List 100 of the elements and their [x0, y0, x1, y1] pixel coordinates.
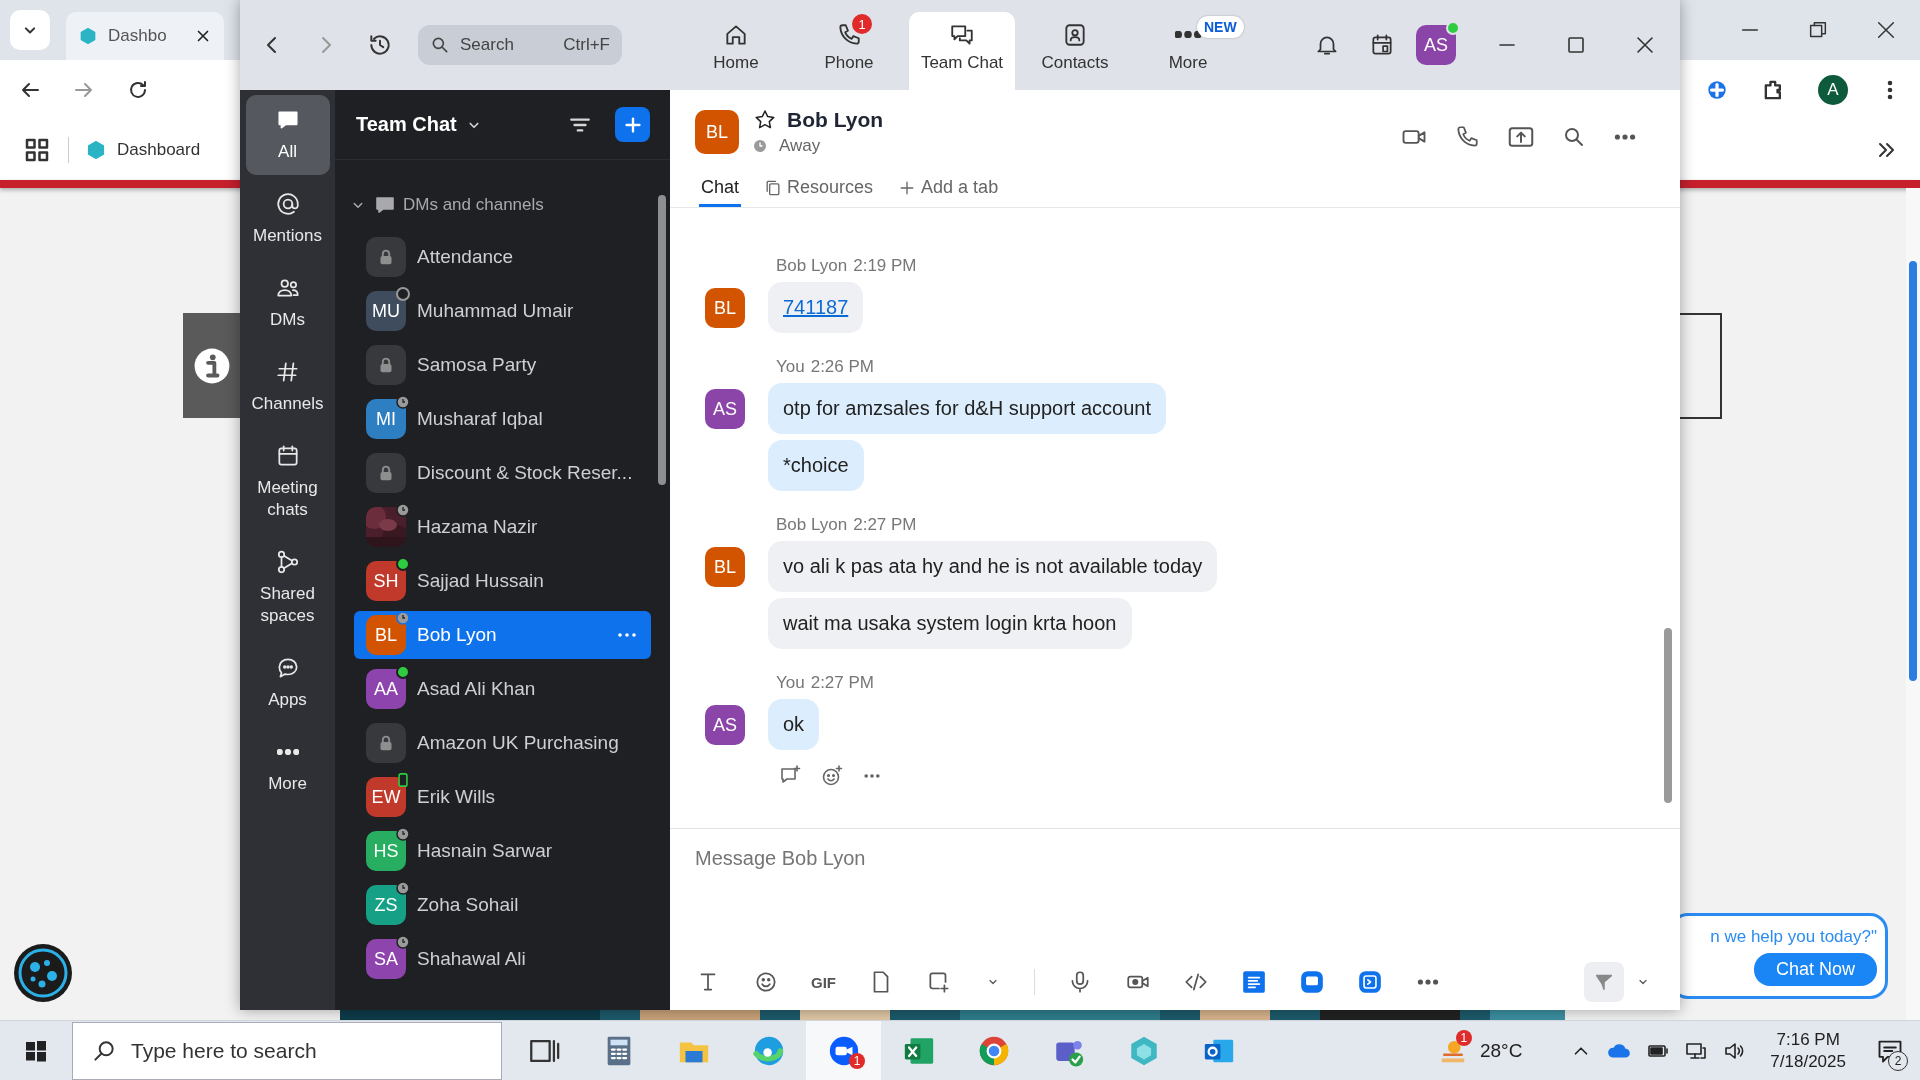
new-badge: NEW [1197, 16, 1244, 38]
search-icon[interactable] [1562, 125, 1586, 149]
chat-list-item[interactable]: Amazon UK Purchasing [354, 719, 651, 767]
message-bubble: vo ali k pas ata hy and he is not available today [768, 541, 1218, 592]
chat-name: Samosa Party [417, 354, 538, 376]
notification-count: 2 [1888, 1050, 1908, 1071]
chat-prompt: n we help you today?" [1710, 926, 1877, 947]
new-chat-button[interactable] [615, 107, 650, 142]
avatar: AS [705, 705, 745, 745]
search-icon [430, 35, 450, 55]
gif-button[interactable]: GIF [811, 973, 836, 991]
clock-status-icon [753, 139, 767, 153]
avatar: MI [366, 399, 406, 439]
send-button[interactable] [1584, 962, 1624, 1002]
browser-tab[interactable]: Dashbo [66, 12, 224, 60]
conversation-tab[interactable]: Chat [699, 171, 742, 207]
chat-list-item[interactable]: MI Musharaf Iqbal [354, 395, 651, 443]
nav-tab[interactable]: Team Chat [909, 12, 1015, 90]
screenshot-icon[interactable] [926, 969, 952, 995]
accessibility-icon[interactable] [13, 943, 73, 1003]
profile-avatar[interactable]: A [1818, 75, 1848, 105]
history-icon[interactable] [367, 32, 393, 58]
chat-name: Musharaf Iqbal [417, 408, 544, 430]
scrollbar-thumb[interactable] [658, 195, 666, 485]
panel-title: Team Chat [356, 113, 457, 136]
avatar: MU [366, 291, 406, 331]
app-icon[interactable] [1299, 969, 1325, 995]
avatar: SA [366, 939, 406, 979]
conversation-tab[interactable]: Resources [761, 171, 876, 207]
chat-list-item[interactable]: Samosa Party [354, 341, 651, 389]
message-bubble: ok [768, 699, 820, 750]
chat-list-item[interactable]: AA Asad Ali Khan [354, 665, 651, 713]
rail-item[interactable]: More [245, 727, 330, 807]
message-time: 2:19 PM [853, 256, 917, 276]
bookmark-link[interactable]: Dashboard [117, 140, 201, 160]
rail-item[interactable]: Mentions [245, 179, 330, 259]
message-link[interactable]: 741187 [783, 296, 849, 318]
chat-name: Amazon UK Purchasing [417, 732, 620, 754]
app-icon[interactable] [1357, 969, 1383, 995]
chat-name: Discount & Stock Reser... [417, 462, 634, 484]
taskbar-app[interactable]: 1 [806, 1020, 881, 1080]
chat-list-item[interactable]: Hazama Nazir [354, 503, 651, 551]
temperature: 28°C [1479, 1039, 1523, 1062]
info-tab[interactable] [183, 313, 240, 418]
contacts-icon [1062, 21, 1088, 48]
user-avatar[interactable]: AS [1416, 25, 1456, 65]
message-bubble: wait ma usaka system login krta hoon [768, 598, 1132, 649]
phone-icon[interactable] [1454, 124, 1480, 150]
taskbar-search-field[interactable]: Type here to search [72, 1021, 502, 1080]
windows-icon[interactable] [24, 1038, 48, 1063]
search-field[interactable]: Search Ctrl+F [418, 25, 622, 65]
at-icon [274, 191, 301, 217]
avatar: BL [705, 288, 745, 328]
presence-status: Away [779, 136, 821, 156]
chat-list-item[interactable]: SH Sajjad Hussain [354, 557, 651, 605]
rail-item[interactable]: Meeting chats [245, 431, 330, 533]
nav-tab[interactable]: Contacts [1022, 12, 1128, 90]
rail-item[interactable]: Channels [245, 347, 330, 427]
rail-item[interactable]: Apps [245, 643, 330, 723]
message-input[interactable]: Message Bob Lyon GIF [670, 828, 1680, 1010]
nav-tab[interactable]: NEW More [1135, 12, 1241, 90]
sender-name: Bob Lyon [776, 256, 848, 276]
calendar-icon[interactable] [1369, 32, 1395, 58]
chat-list-item[interactable]: Attendance [354, 233, 651, 281]
notification-badge: 1 [852, 14, 872, 34]
avatar: AA [366, 669, 406, 709]
chat-now-button[interactable]: Chat Now [1753, 952, 1877, 986]
add-reaction-icon[interactable] [820, 764, 844, 788]
app-icon[interactable] [1241, 969, 1267, 995]
nav-tab[interactable]: 1 Phone [796, 12, 902, 90]
rail-item[interactable]: All [245, 95, 330, 175]
clock[interactable]: 7:16 PM 7/18/2025 [1770, 1028, 1846, 1073]
message-bubble: *choice [768, 440, 864, 491]
scrollbar-thumb[interactable] [1664, 628, 1672, 803]
chat-name: Asad Ali Khan [417, 678, 537, 700]
chat-list-item[interactable]: SA Shahawal Ali [354, 935, 651, 983]
hexagon-icon [78, 26, 98, 46]
avatar: SH [366, 561, 406, 601]
chat-name: Erik Wills [417, 786, 497, 808]
chat-list-item[interactable]: HS Hasnain Sarwar [354, 827, 651, 875]
scrollbar-thumb[interactable] [1909, 261, 1917, 681]
conversation-tab[interactable]: Add a tab [895, 171, 1001, 207]
rail-item[interactable]: DMs [245, 263, 330, 343]
nav-tab[interactable]: Home [683, 12, 789, 90]
info-icon [192, 346, 231, 385]
chat-list-item[interactable]: MU Muhammad Umair [354, 287, 651, 335]
chat-list-item[interactable]: Discount & Stock Reser... [354, 449, 651, 497]
message-time: 2:27 PM [810, 673, 874, 693]
section-header[interactable]: DMs and channels [335, 182, 670, 228]
chat-name: Hasnain Sarwar [417, 840, 554, 862]
contact-avatar: BL [695, 110, 739, 154]
chat-name: Bob Lyon [417, 624, 498, 646]
avatar: AS [705, 389, 745, 429]
chat-list-item[interactable]: ZS Zoha Sohail [354, 881, 651, 929]
chat-list-item[interactable]: EW Erik Wills [354, 773, 651, 821]
chat-list-item[interactable]: BL Bob Lyon [354, 611, 651, 659]
hexagon-icon [85, 139, 107, 161]
avatar: BL [366, 615, 406, 655]
rail-item[interactable]: Shared spaces [245, 537, 330, 639]
date: 7/18/2025 [1770, 1050, 1846, 1073]
